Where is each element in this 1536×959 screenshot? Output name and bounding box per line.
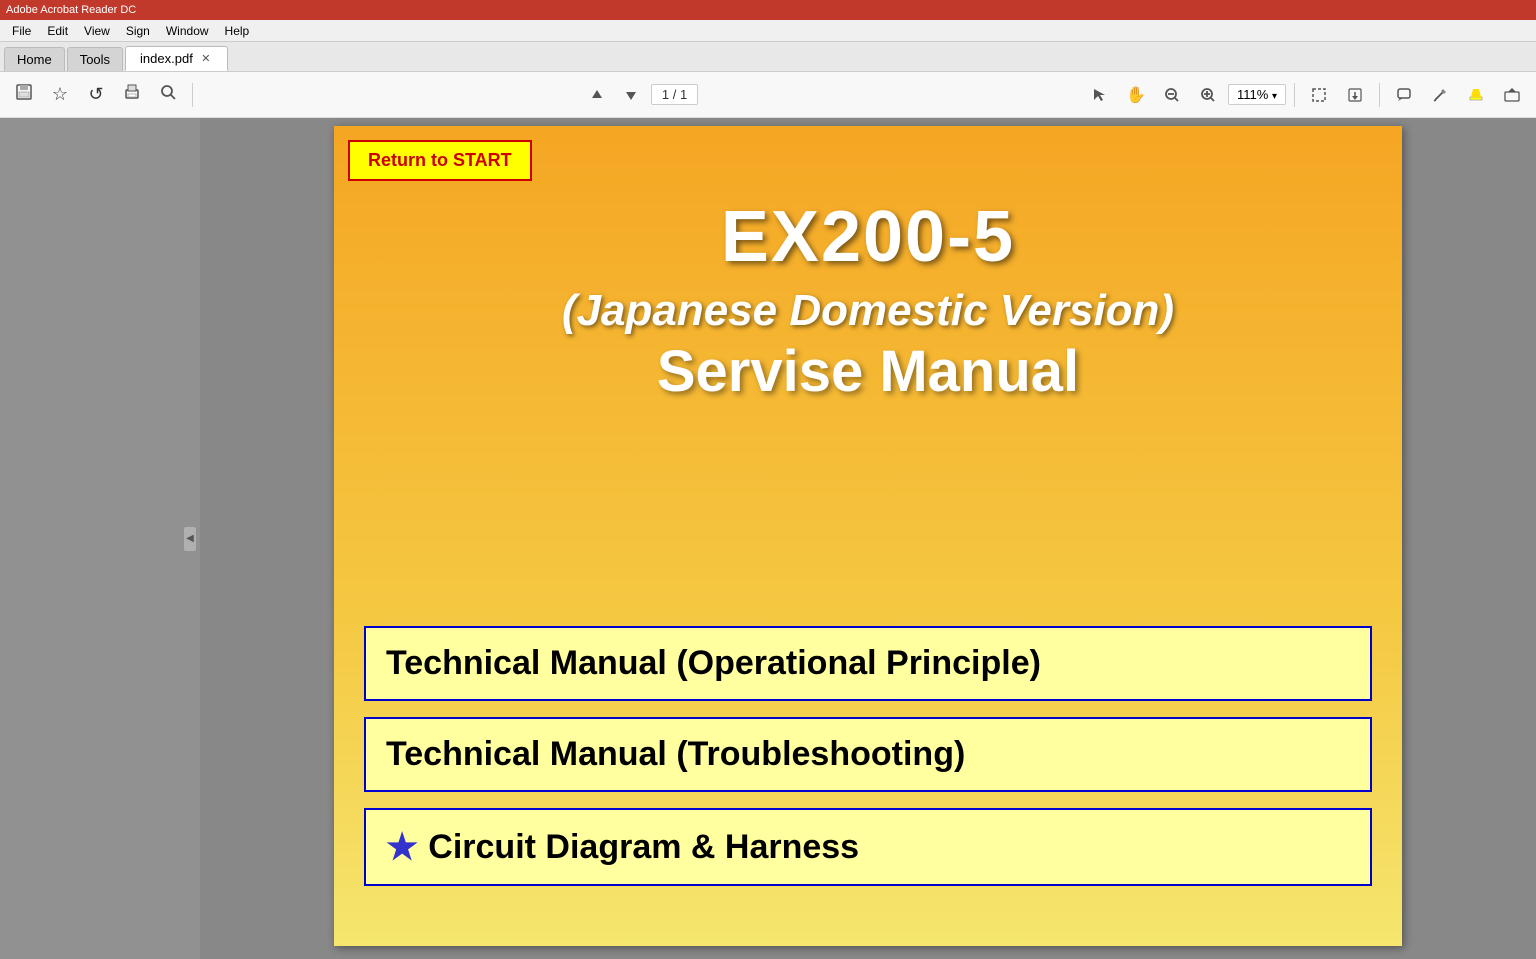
tab-home[interactable]: Home <box>4 47 65 71</box>
toolbar-center: 1 / 1 <box>201 81 1080 109</box>
pdf-main-title: EX200-5 <box>334 196 1402 278</box>
highlight-button[interactable] <box>1460 79 1492 111</box>
refresh-icon: ↺ <box>88 84 103 105</box>
total-pages: 1 <box>680 87 687 102</box>
pdf-subtitle2: Servise Manual <box>334 338 1402 405</box>
toolbar-separator-3 <box>1379 83 1380 107</box>
menu-help[interactable]: Help <box>217 22 258 40</box>
tab-close-button[interactable]: ✕ <box>199 52 213 66</box>
menu-sign[interactable]: Sign <box>118 22 158 40</box>
link-troubleshooting[interactable]: Technical Manual (Troubleshooting) <box>364 717 1372 792</box>
tab-file[interactable]: index.pdf ✕ <box>125 46 228 71</box>
menu-file[interactable]: File <box>4 22 39 40</box>
link-circuit-label: Circuit Diagram & Harness <box>428 828 859 867</box>
bookmark-button[interactable]: ☆ <box>44 79 76 111</box>
comment-button[interactable] <box>1388 79 1420 111</box>
hand-tool-button[interactable]: ✋ <box>1120 79 1152 111</box>
save-icon <box>15 83 33 106</box>
pdf-page: Return to START EX200-5 (Japanese Domest… <box>334 126 1402 946</box>
main-area: ◀ Return to START EX200-5 (Japanese Dome… <box>0 118 1536 959</box>
page-sep: / <box>673 87 680 102</box>
tab-tools[interactable]: Tools <box>67 47 123 71</box>
tab-bar: Home Tools index.pdf ✕ <box>0 42 1536 72</box>
chevron-left-icon: ◀ <box>186 533 194 544</box>
return-to-start-button[interactable]: Return to START <box>348 140 532 181</box>
pdf-subtitle1: (Japanese Domestic Version) <box>334 286 1402 336</box>
print-button[interactable] <box>116 79 148 111</box>
menu-edit[interactable]: Edit <box>39 22 76 40</box>
toolbar-right: ✋ 111% ▾ <box>1084 79 1528 111</box>
tab-file-label: index.pdf <box>140 51 193 66</box>
bookmark-icon: ☆ <box>52 84 68 105</box>
title-bar: Adobe Acrobat Reader DC <box>0 0 1536 20</box>
menu-view[interactable]: View <box>76 22 118 40</box>
cursor-tool-button[interactable] <box>1084 79 1116 111</box>
zoom-value: 111% <box>1237 87 1268 102</box>
zoom-level-display[interactable]: 111% ▾ <box>1228 84 1286 105</box>
current-page: 1 <box>662 87 669 102</box>
star-icon: ★ <box>386 826 418 868</box>
print-icon <box>123 83 141 106</box>
zoom-out-button[interactable] <box>1156 79 1188 111</box>
pen-tool-button[interactable] <box>1424 79 1456 111</box>
link-operational[interactable]: Technical Manual (Operational Principle) <box>364 626 1372 701</box>
link-operational-label: Technical Manual (Operational Principle) <box>386 644 1041 683</box>
prev-page-button[interactable] <box>583 81 611 109</box>
toolbar-separator-1 <box>192 83 193 107</box>
menu-bar: File Edit View Sign Window Help <box>0 20 1536 42</box>
marquee-tool-button[interactable] <box>1303 79 1335 111</box>
zoom-dropdown-icon: ▾ <box>1272 91 1277 102</box>
pdf-links-area: Technical Manual (Operational Principle)… <box>364 626 1372 886</box>
toolbar: ☆ ↺ 1 / 1 ✋ <box>0 72 1536 118</box>
save-button[interactable] <box>8 79 40 111</box>
page-indicator[interactable]: 1 / 1 <box>651 84 698 105</box>
zoom-in-button[interactable] <box>1192 79 1224 111</box>
menu-window[interactable]: Window <box>158 22 217 40</box>
search-icon <box>159 83 177 106</box>
sidebar-toggle-button[interactable]: ◀ <box>184 527 196 551</box>
refresh-button[interactable]: ↺ <box>80 79 112 111</box>
sidebar-panel: ◀ <box>0 118 200 959</box>
share-button[interactable] <box>1496 79 1528 111</box>
link-circuit[interactable]: ★ Circuit Diagram & Harness <box>364 808 1372 886</box>
link-troubleshooting-label: Technical Manual (Troubleshooting) <box>386 735 965 774</box>
next-page-button[interactable] <box>617 81 645 109</box>
toolbar-separator-2 <box>1294 83 1295 107</box>
search-zoom-button[interactable] <box>152 79 184 111</box>
hand-icon: ✋ <box>1126 85 1146 105</box>
app-title: Adobe Acrobat Reader DC <box>6 4 136 16</box>
scrolling-tool-button[interactable] <box>1339 79 1371 111</box>
pdf-canvas: Return to START EX200-5 (Japanese Domest… <box>200 118 1536 959</box>
